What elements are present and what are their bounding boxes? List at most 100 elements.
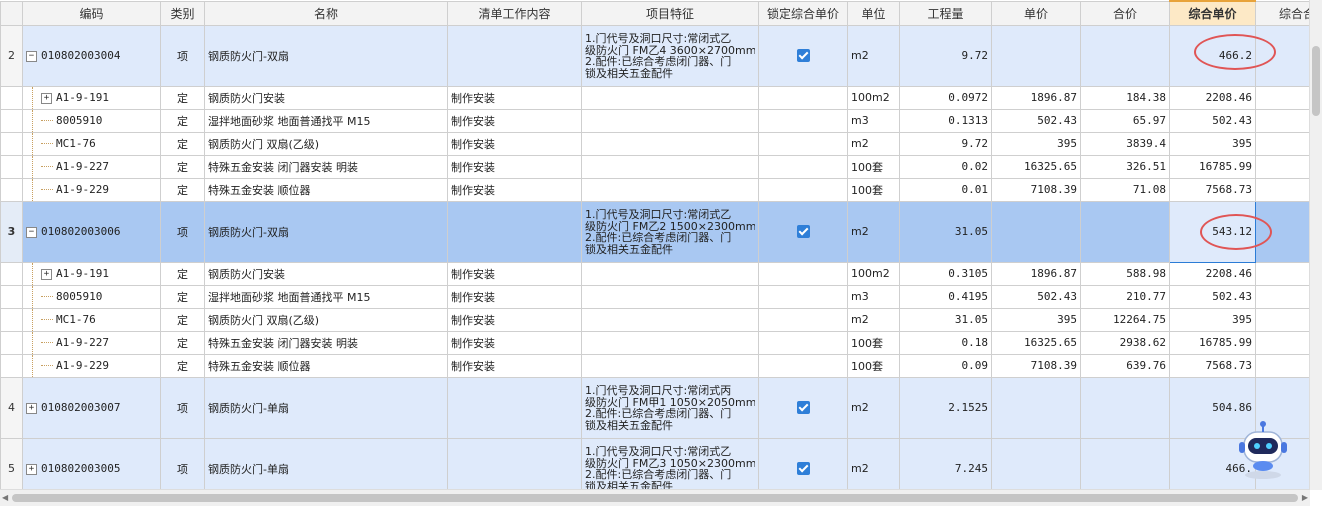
quota-row[interactable]: MC1-76 定钢质防火门 双扇(乙级) 制作安装 m2 31.05 395 12264.7… xyxy=(0,307,1310,332)
category-cell[interactable]: 定 xyxy=(160,177,205,202)
lock-price-cell[interactable] xyxy=(758,376,848,439)
unit-cell[interactable]: 100套 xyxy=(847,353,900,378)
expand-icon[interactable]: + xyxy=(41,92,52,104)
name-cell[interactable]: 湿拌地面砂浆 地面普通找平 M15 xyxy=(204,284,448,309)
category-cell[interactable]: 定 xyxy=(160,85,205,110)
total-cell[interactable]: 65.97 xyxy=(1080,108,1170,133)
quantity-cell[interactable]: 31.05 xyxy=(899,200,992,263)
code-cell[interactable]: 8005910 xyxy=(22,108,161,133)
features-cell[interactable] xyxy=(581,353,759,378)
features-cell[interactable] xyxy=(581,177,759,202)
code-cell[interactable]: MC1-76 xyxy=(22,307,161,332)
price-cell[interactable] xyxy=(991,376,1081,439)
bill-item-row[interactable]: 3−010802003006 项钢质防火门-双扇 1.门代号及洞口尺寸:常闭式乙 级防… xyxy=(0,200,1310,263)
name-cell[interactable]: 钢质防火门 双扇(乙级) xyxy=(204,307,448,332)
lock-price-cell[interactable] xyxy=(758,108,848,133)
total-cell[interactable]: 12264.75 xyxy=(1080,307,1170,332)
name-cell[interactable]: 钢质防火门 双扇(乙级) xyxy=(204,131,448,156)
price-cell[interactable] xyxy=(991,200,1081,263)
code-cell[interactable]: MC1-76 xyxy=(22,131,161,156)
work-content-cell[interactable]: 制作安装 xyxy=(447,261,582,286)
category-cell[interactable]: 定 xyxy=(160,261,205,286)
work-content-cell[interactable]: 制作安装 xyxy=(447,330,582,355)
bill-item-row[interactable]: 5 +010802003005 项钢质防火门-单扇 1.门代号及洞口尺寸:常闭式乙 级防… xyxy=(0,437,1310,490)
name-cell[interactable]: 钢质防火门-单扇 xyxy=(204,376,448,439)
price-cell[interactable]: 502.43 xyxy=(991,284,1081,309)
unit-price-cell[interactable]: 2208.46 xyxy=(1169,85,1256,110)
sum-cell[interactable] xyxy=(1255,108,1310,133)
lock-price-cell[interactable] xyxy=(758,154,848,179)
sum-cell[interactable] xyxy=(1255,177,1310,202)
code-cell[interactable]: −010802003006 xyxy=(22,200,161,263)
sum-cell[interactable]: 2 xyxy=(1255,284,1310,309)
scroll-left-icon[interactable]: ◀ xyxy=(2,493,8,502)
unit-cell[interactable]: m2 xyxy=(847,200,900,263)
price-cell[interactable]: 7108.39 xyxy=(991,177,1081,202)
unit-cell[interactable]: 100套 xyxy=(847,154,900,179)
price-cell[interactable]: 7108.39 xyxy=(991,353,1081,378)
header-name[interactable]: 名称 xyxy=(204,0,448,26)
total-cell[interactable]: 588.98 xyxy=(1080,261,1170,286)
quantity-cell[interactable]: 31.05 xyxy=(899,307,992,332)
quantity-cell[interactable]: 0.4195 xyxy=(899,284,992,309)
work-content-cell[interactable]: 制作安装 xyxy=(447,307,582,332)
quota-row[interactable]: A1-9-227 定特殊五金安装 闭门器安装 明装 制作安装 100套 0.02 1632… xyxy=(0,154,1310,179)
unit-price-cell[interactable]: 543.12 xyxy=(1169,200,1256,263)
lock-price-checkbox[interactable] xyxy=(796,225,810,239)
features-cell[interactable]: 1.门代号及洞口尺寸:常闭式乙 级防火门 FM乙4 3600×2700mm 2.配件… xyxy=(581,24,759,87)
name-cell[interactable]: 钢质防火门安装 xyxy=(204,261,448,286)
sum-cell[interactable]: 6 xyxy=(1255,261,1310,286)
work-content-cell[interactable] xyxy=(447,24,582,87)
price-cell[interactable] xyxy=(991,437,1081,490)
header-sum[interactable]: 综合合 xyxy=(1255,0,1310,26)
features-cell[interactable]: 1.门代号及洞口尺寸:常闭式乙 级防火门 FM乙3 1050×2300mm 2.配件… xyxy=(581,437,759,490)
unit-price-cell[interactable]: 502.43 xyxy=(1169,284,1256,309)
category-cell[interactable]: 定 xyxy=(160,353,205,378)
work-content-cell[interactable]: 制作安装 xyxy=(447,353,582,378)
price-cell[interactable]: 1896.87 xyxy=(991,261,1081,286)
category-cell[interactable]: 定 xyxy=(160,131,205,156)
price-cell[interactable]: 395 xyxy=(991,131,1081,156)
code-cell[interactable]: A1-9-227 xyxy=(22,154,161,179)
unit-cell[interactable]: 100套 xyxy=(847,177,900,202)
quota-row[interactable]: A1-9-227 定特殊五金安装 闭门器安装 明装 制作安装 100套 0.18 1632… xyxy=(0,330,1310,355)
features-cell[interactable] xyxy=(581,85,759,110)
quota-row[interactable]: + A1-9-191 定钢质防火门安装 制作安装 100m2 0.3105 1896.87 5… xyxy=(0,261,1310,286)
expand-icon[interactable]: + xyxy=(26,402,37,414)
header-quantity[interactable]: 工程量 xyxy=(899,0,992,26)
total-cell[interactable]: 184.38 xyxy=(1080,85,1170,110)
sum-cell[interactable]: 168 xyxy=(1255,200,1310,263)
price-cell[interactable]: 1896.87 xyxy=(991,85,1081,110)
code-cell[interactable]: A1-9-227 xyxy=(22,330,161,355)
code-cell[interactable]: A1-9-229 xyxy=(22,353,161,378)
features-cell[interactable]: 1.门代号及洞口尺寸:常闭式乙 级防火门 FM乙2 1500×2300mm 2.配件… xyxy=(581,200,759,263)
header-code[interactable]: 编码 xyxy=(22,0,161,26)
lock-price-cell[interactable] xyxy=(758,437,848,490)
name-cell[interactable]: 特殊五金安装 顺位器 xyxy=(204,177,448,202)
features-cell[interactable] xyxy=(581,307,759,332)
quantity-cell[interactable]: 0.09 xyxy=(899,353,992,378)
unit-price-cell[interactable]: 395 xyxy=(1169,307,1256,332)
unit-cell[interactable]: m2 xyxy=(847,24,900,87)
unit-cell[interactable]: m2 xyxy=(847,437,900,490)
vertical-scrollbar[interactable] xyxy=(1309,0,1322,490)
sum-cell[interactable]: 122 xyxy=(1255,307,1310,332)
total-cell[interactable] xyxy=(1080,24,1170,87)
quantity-cell[interactable]: 0.3105 xyxy=(899,261,992,286)
category-cell[interactable]: 定 xyxy=(160,284,205,309)
sum-cell[interactable]: 30 xyxy=(1255,330,1310,355)
total-cell[interactable]: 3839.4 xyxy=(1080,131,1170,156)
work-content-cell[interactable]: 制作安装 xyxy=(447,177,582,202)
header-price[interactable]: 单价 xyxy=(991,0,1081,26)
work-content-cell[interactable] xyxy=(447,200,582,263)
category-cell[interactable]: 项 xyxy=(160,376,205,439)
price-cell[interactable] xyxy=(991,24,1081,87)
quota-row[interactable]: A1-9-229 定特殊五金安装 顺位器 制作安装 100套 0.09 7108.39 63… xyxy=(0,353,1310,378)
features-cell[interactable]: 1.门代号及洞口尺寸:常闭式丙 级防火门 FM甲1 1050×2050mm 2.配件… xyxy=(581,376,759,439)
name-cell[interactable]: 特殊五金安装 闭门器安装 明装 xyxy=(204,330,448,355)
category-cell[interactable]: 定 xyxy=(160,307,205,332)
name-cell[interactable]: 钢质防火门-双扇 xyxy=(204,200,448,263)
code-cell[interactable]: +010802003007 xyxy=(22,376,161,439)
unit-price-cell[interactable]: 7568.73 xyxy=(1169,177,1256,202)
category-cell[interactable]: 定 xyxy=(160,108,205,133)
